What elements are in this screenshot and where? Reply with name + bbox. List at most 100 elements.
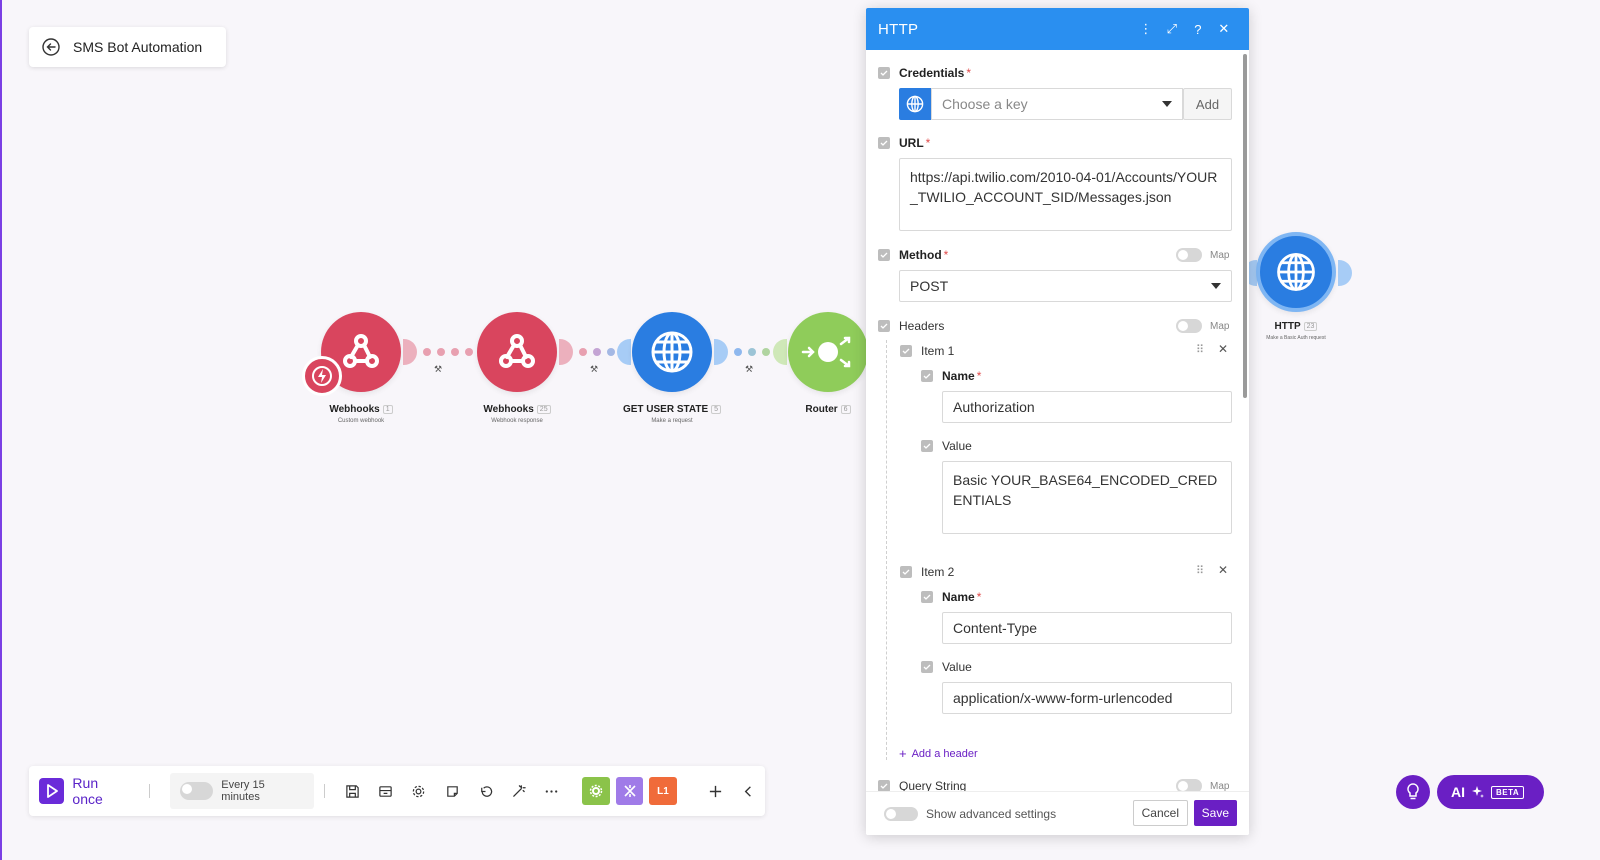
help-icon[interactable]: ? — [1185, 22, 1211, 37]
map-toggle[interactable] — [1176, 779, 1202, 791]
map-label: Map — [1210, 320, 1230, 332]
header-value-text: Basic YOUR_BASE64_ENCODED_CREDENTIALS — [953, 472, 1218, 508]
save-label: Save — [1201, 806, 1229, 820]
checkbox-icon[interactable] — [900, 566, 912, 578]
beta-badge: BETA — [1491, 785, 1525, 799]
more-options-icon[interactable]: ⋮ — [1133, 21, 1159, 37]
hints-button[interactable] — [1396, 775, 1430, 809]
close-icon[interactable]: ✕ — [1211, 21, 1237, 37]
method-label: Method — [899, 248, 942, 262]
checkbox-icon[interactable] — [878, 780, 890, 791]
gear-icon[interactable] — [402, 774, 435, 808]
schedule-control[interactable]: Every 15 minutes — [170, 773, 315, 809]
header-value-input[interactable]: Basic YOUR_BASE64_ENCODED_CREDENTIALS — [942, 461, 1232, 534]
value-label: Value — [942, 660, 972, 674]
save-icon[interactable] — [335, 774, 368, 808]
scenario-back-button[interactable]: SMS Bot Automation — [29, 27, 226, 67]
header-name-input[interactable]: Content-Type — [942, 612, 1232, 644]
checkbox-icon[interactable] — [921, 591, 933, 603]
expand-icon[interactable]: ⤢ — [1159, 21, 1185, 37]
http-module-circle[interactable] — [1256, 232, 1336, 312]
checkbox-icon[interactable] — [921, 440, 933, 452]
module-http[interactable]: HTTP 23 Make a Basic Auth request — [1241, 232, 1351, 341]
plus-icon: + — [899, 746, 907, 761]
add-header-link[interactable]: + Add a header — [899, 746, 978, 761]
ai-assistant-button[interactable]: AI BETA — [1437, 775, 1544, 809]
save-button[interactable]: Save — [1193, 800, 1237, 826]
wrench-icon[interactable]: ⚒ — [434, 364, 442, 375]
checkbox-icon[interactable] — [921, 370, 933, 382]
module-id-badge: 25 — [536, 405, 551, 414]
header-value-input[interactable]: application/x-www-form-urlencoded — [942, 682, 1232, 714]
advanced-settings-toggle[interactable] — [884, 806, 918, 821]
checkbox-icon[interactable] — [878, 137, 890, 149]
checkbox-icon[interactable] — [878, 67, 890, 79]
item-2-name-row: Name * — [921, 590, 981, 604]
webhook-module-circle[interactable] — [477, 312, 557, 392]
item-1-name-row: Name * — [921, 369, 981, 383]
schedule-toggle[interactable] — [180, 782, 214, 800]
text-parser-button[interactable]: L1 — [649, 777, 677, 805]
url-label: URL — [899, 136, 924, 150]
webhook-icon — [343, 334, 379, 368]
query-string-label-row: Query String — [878, 779, 966, 791]
map-label: Map — [1210, 249, 1230, 261]
drag-handle-icon[interactable]: ⠿ — [1196, 564, 1204, 577]
wrench-icon[interactable]: ⚒ — [745, 364, 753, 375]
remove-item-icon[interactable]: ✕ — [1218, 563, 1228, 577]
module-id-badge: 5 — [711, 405, 722, 414]
checkbox-icon[interactable] — [878, 320, 890, 332]
cancel-button[interactable]: Cancel — [1132, 800, 1188, 826]
module-webhooks-2[interactable]: Webhooks 25 Webhook response — [462, 312, 572, 424]
headers-map-toggle[interactable]: Map — [1176, 319, 1229, 333]
wrench-icon[interactable]: ⚒ — [590, 364, 598, 375]
remove-item-icon[interactable]: ✕ — [1218, 342, 1228, 356]
method-select[interactable]: POST — [899, 270, 1232, 302]
map-label: Map — [1210, 780, 1230, 792]
more-horizontal-icon[interactable] — [535, 774, 568, 808]
router-module-circle[interactable] — [788, 312, 868, 392]
instant-trigger-icon — [302, 356, 342, 396]
run-once-button[interactable]: Run once — [39, 775, 131, 807]
checkbox-icon[interactable] — [921, 661, 933, 673]
map-toggle[interactable] — [1176, 319, 1202, 333]
module-name: Webhooks — [483, 404, 534, 415]
method-map-toggle[interactable]: Map — [1176, 248, 1229, 262]
http-module-circle[interactable] — [632, 312, 712, 392]
required-marker: * — [976, 369, 982, 383]
module-id-badge: 23 — [1303, 322, 1318, 331]
module-webhooks-1[interactable]: Webhooks 1 Custom webhook — [302, 312, 416, 424]
note-icon[interactable] — [435, 774, 468, 808]
scenario-settings-icon[interactable] — [369, 774, 402, 808]
collapse-chevron-icon[interactable] — [732, 774, 765, 808]
checkbox-icon[interactable] — [900, 345, 912, 357]
value-label: Value — [942, 439, 972, 453]
flow-control-icon[interactable] — [615, 777, 644, 805]
tools-module-icon[interactable] — [582, 777, 610, 805]
query-string-map-toggle[interactable]: Map — [1176, 779, 1229, 791]
credentials-placeholder: Choose a key — [942, 96, 1028, 112]
url-value: https://api.twilio.com/2010-04-01/Accoun… — [910, 169, 1218, 205]
name-label: Name — [942, 369, 975, 383]
drag-handle-icon[interactable]: ⠿ — [1196, 343, 1204, 356]
credentials-label: Credentials — [899, 66, 965, 80]
headers-label: Headers — [899, 319, 945, 333]
header-item-label: Item 2 — [921, 565, 955, 579]
module-name: GET USER STATE — [622, 404, 709, 415]
magic-wand-icon[interactable] — [502, 774, 535, 808]
method-value: POST — [910, 278, 949, 294]
add-icon[interactable] — [698, 774, 731, 808]
credentials-select[interactable]: Choose a key — [931, 88, 1183, 120]
scenario-title: SMS Bot Automation — [73, 39, 203, 55]
map-toggle[interactable] — [1176, 248, 1202, 262]
checkbox-icon[interactable] — [878, 249, 890, 261]
module-subtitle: Make a request — [651, 418, 693, 424]
url-input[interactable]: https://api.twilio.com/2010-04-01/Accoun… — [899, 158, 1232, 231]
item-2-value-row: Value — [921, 660, 972, 674]
add-credential-button[interactable]: Add — [1183, 88, 1232, 120]
webhook-icon — [499, 334, 535, 368]
undo-icon[interactable] — [469, 774, 502, 808]
headers-label-row: Headers — [878, 319, 944, 333]
header-name-input[interactable]: Authorization — [942, 391, 1232, 423]
module-get-user-state[interactable]: GET USER STATE 5 Make a request — [617, 312, 727, 424]
